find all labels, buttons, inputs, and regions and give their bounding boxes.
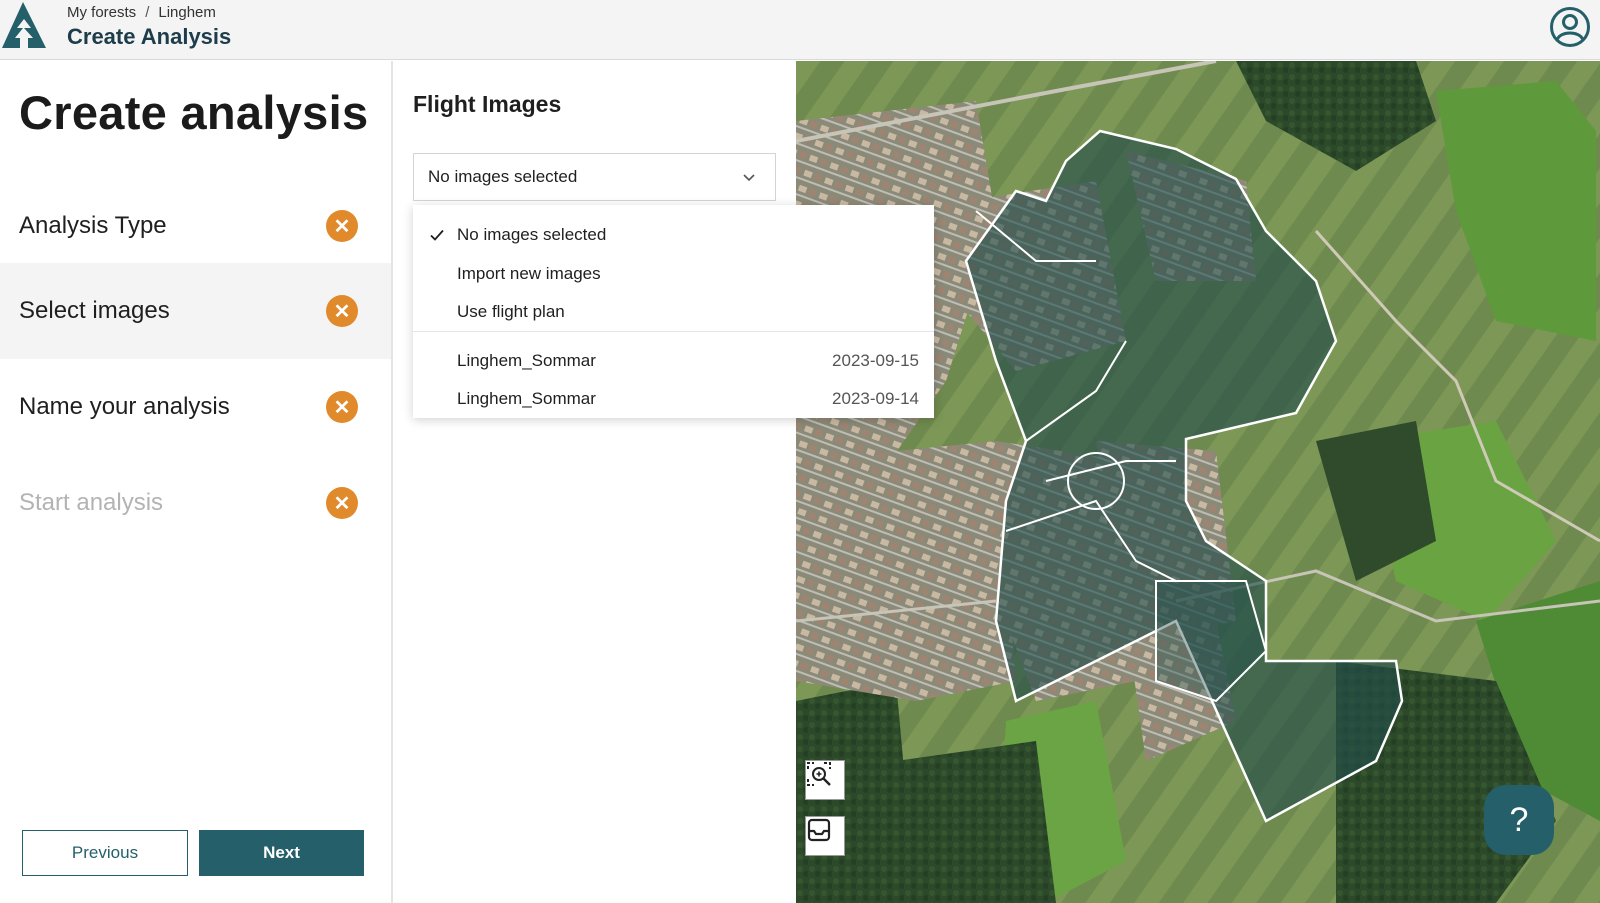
step-start-analysis: Start analysis ✕ xyxy=(0,455,391,551)
step-label: Select images xyxy=(19,297,170,324)
step-label: Name your analysis xyxy=(19,393,230,420)
dropdown-divider xyxy=(413,331,934,332)
flight-images-heading: Flight Images xyxy=(413,91,562,117)
close-icon: ✕ xyxy=(326,487,358,519)
page-title: Create Analysis xyxy=(67,24,232,49)
previous-button[interactable]: Previous xyxy=(22,830,188,876)
dropdown-option-use-flight-plan[interactable]: Use flight plan xyxy=(413,293,934,331)
dropdown-option-label: Use flight plan xyxy=(457,302,565,321)
step-select-images[interactable]: Select images ✕ xyxy=(0,263,391,359)
top-bar: My forests / Linghem Create Analysis xyxy=(0,0,1600,60)
next-button[interactable]: Next xyxy=(199,830,364,876)
satellite-map-image xyxy=(796,61,1600,903)
close-icon: ✕ xyxy=(326,295,358,327)
close-icon: ✕ xyxy=(326,210,358,242)
breadcrumb-separator: / xyxy=(145,4,150,21)
app-logo-icon[interactable] xyxy=(2,2,46,48)
dropdown-option-label: Import new images xyxy=(457,264,601,283)
dropdown-flight-item[interactable]: Linghem_Sommar 2023-09-15 xyxy=(413,342,934,380)
map-view[interactable]: ? xyxy=(796,61,1600,903)
dropdown-option-import-new-images[interactable]: Import new images xyxy=(413,255,934,293)
flight-images-dropdown: No images selected Import new images Use… xyxy=(413,205,934,418)
close-icon: ✕ xyxy=(326,391,358,423)
flight-name: Linghem_Sommar xyxy=(457,351,596,370)
steps-heading: Create analysis xyxy=(19,86,369,139)
flight-images-panel: Flight Images No images selected xyxy=(393,61,796,903)
step-name-your-analysis[interactable]: Name your analysis ✕ xyxy=(0,359,391,455)
select-value: No images selected xyxy=(428,167,578,186)
step-label: Analysis Type xyxy=(19,212,167,239)
flight-name: Linghem_Sommar xyxy=(457,389,596,408)
dropdown-flight-item[interactable]: Linghem_Sommar 2023-09-14 xyxy=(413,380,934,418)
step-label: Start analysis xyxy=(19,489,164,516)
step-analysis-type[interactable]: Analysis Type ✕ xyxy=(0,178,391,274)
help-label: ? xyxy=(1509,800,1529,839)
dropdown-option-no-images[interactable]: No images selected xyxy=(413,216,934,254)
checkmark-icon xyxy=(429,227,445,243)
zoom-to-selection-button[interactable] xyxy=(805,760,845,800)
help-button[interactable]: ? xyxy=(1484,785,1554,855)
breadcrumb-item-my-forests[interactable]: My forests xyxy=(67,4,136,21)
breadcrumb: My forests / Linghem xyxy=(67,4,216,21)
flight-images-select[interactable]: No images selected xyxy=(413,153,776,201)
steps-panel: Create analysis Analysis Type ✕ Select i… xyxy=(0,61,393,903)
user-account-icon[interactable] xyxy=(1549,6,1591,48)
breadcrumb-item-linghem[interactable]: Linghem xyxy=(158,4,216,21)
dropdown-option-label: No images selected xyxy=(457,225,607,244)
flight-date: 2023-09-14 xyxy=(832,389,919,408)
layers-button[interactable] xyxy=(805,816,845,856)
chevron-down-icon xyxy=(741,169,757,185)
flight-date: 2023-09-15 xyxy=(832,351,919,370)
